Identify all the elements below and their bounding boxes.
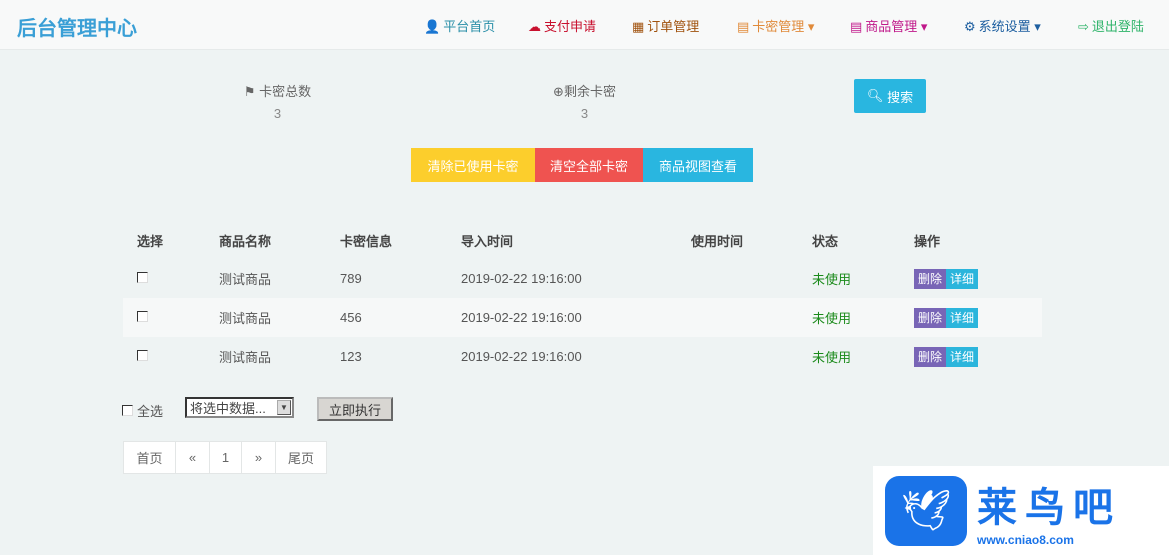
status: 未使用	[812, 337, 914, 376]
calendar-icon: ▦	[632, 19, 645, 34]
nav-home[interactable]: 👤 平台首页	[424, 16, 495, 35]
select-value: 将选中数据...	[190, 401, 266, 416]
caret-down-icon: ▾	[1030, 19, 1041, 34]
nav-label: 平台首页	[443, 19, 496, 34]
clear-used-button[interactable]: 清除已使用卡密	[411, 148, 535, 182]
flag-icon: ⚑	[243, 84, 256, 99]
nav-logout[interactable]: ⇨ 退出登陆	[1078, 16, 1144, 35]
col-header: 使用时间	[691, 234, 744, 249]
col-header: 卡密信息	[340, 234, 393, 249]
detail-button[interactable]: 详细	[946, 308, 979, 328]
watermark-url: www.cniao8.com	[977, 532, 1074, 547]
watermark-text: 莱鸟吧	[977, 483, 1121, 531]
col-header: 商品名称	[219, 234, 272, 249]
stat-value: 3	[273, 106, 282, 121]
bulk-action-select[interactable]: 将选中数据... ▼	[185, 397, 294, 418]
detail-button[interactable]: 详细	[946, 269, 979, 289]
stat-label: 剩余卡密	[563, 84, 616, 99]
nav-label: 订单管理	[647, 19, 700, 34]
product-name: 测试商品	[219, 259, 340, 298]
nav-settings[interactable]: ⚙ 系统设置 ▾	[964, 16, 1041, 35]
brand-title: 后台管理中心	[17, 18, 137, 40]
gear-icon: ⚙	[964, 19, 976, 34]
col-header: 状态	[812, 234, 839, 249]
table-row: 测试商品 123 2019-02-22 19:16:00 未使用 删除 详细	[123, 337, 1042, 376]
nav-orders[interactable]: ▦ 订单管理	[632, 16, 699, 35]
cards-table: 选择 商品名称 卡密信息 导入时间 使用时间 状态 操作 测试商品 789 20…	[123, 222, 1042, 376]
table-row: 测试商品 789 2019-02-22 19:16:00 未使用 删除 详细	[123, 259, 1042, 298]
col-header: 操作	[914, 234, 941, 249]
execute-button[interactable]: 立即执行	[317, 397, 393, 421]
select-all-checkbox[interactable]	[122, 405, 133, 416]
product-name: 测试商品	[219, 298, 340, 337]
clear-all-button[interactable]: 清空全部卡密	[535, 148, 643, 182]
nav-cards[interactable]: ▤ 卡密管理 ▾	[737, 16, 814, 35]
delete-button[interactable]: 删除	[914, 308, 947, 328]
select-all-label: 全选	[137, 404, 164, 419]
delete-button[interactable]: 删除	[914, 269, 947, 289]
import-time: 2019-02-22 19:16:00	[461, 337, 691, 376]
list-icon: ▤	[737, 19, 750, 34]
import-time: 2019-02-22 19:16:00	[461, 298, 691, 337]
table-row: 测试商品 456 2019-02-22 19:16:00 未使用 删除 详细	[123, 298, 1042, 337]
status: 未使用	[812, 259, 914, 298]
row-checkbox[interactable]	[137, 350, 148, 361]
bird-icon: 🕊︎	[885, 475, 967, 546]
card-info: 456	[340, 298, 461, 337]
button-label: 搜索	[887, 89, 914, 105]
nav-products[interactable]: ▤ 商品管理 ▾	[850, 16, 927, 35]
detail-button[interactable]: 详细	[946, 347, 979, 367]
cloud-icon: ☁	[528, 19, 541, 34]
stat-remaining: ⊕剩余卡密 3	[537, 81, 632, 121]
search-button[interactable]: 🔍︎ 搜索	[854, 79, 926, 113]
nav-label: 支付申请	[544, 19, 597, 34]
stat-total: ⚑ 卡密总数 3	[230, 81, 325, 121]
product-name: 测试商品	[219, 337, 340, 376]
col-header: 选择	[137, 234, 164, 249]
chevron-down-icon: ▼	[277, 400, 291, 415]
select-all[interactable]: 全选	[122, 401, 163, 420]
list-icon: ▤	[850, 19, 863, 34]
nav-label: 退出登陆	[1091, 19, 1144, 34]
status: 未使用	[812, 298, 914, 337]
sign-out-icon: ⇨	[1078, 19, 1089, 34]
plus-circle-icon: ⊕	[553, 84, 564, 99]
row-checkbox[interactable]	[137, 311, 148, 322]
col-header: 导入时间	[461, 234, 514, 249]
top-navbar: 后台管理中心 👤 平台首页 ☁ 支付申请 ▦ 订单管理 ▤ 卡密管理 ▾ ▤ 商品管理 ▾…	[0, 0, 1169, 50]
page-first[interactable]: 首页	[123, 441, 176, 474]
card-info: 789	[340, 259, 461, 298]
search-icon: 🔍︎	[866, 88, 884, 103]
use-time	[691, 259, 812, 298]
nav-label: 卡密管理	[752, 19, 805, 34]
use-time	[691, 298, 812, 337]
nav-label: 商品管理	[865, 19, 918, 34]
stat-label: 卡密总数	[259, 84, 312, 99]
import-time: 2019-02-22 19:16:00	[461, 259, 691, 298]
watermark-logo: 🕊︎ 莱鸟吧 www.cniao8.com	[873, 466, 1169, 555]
user-icon: 👤	[424, 19, 441, 34]
page-prev[interactable]: «	[175, 441, 210, 474]
card-info: 123	[340, 337, 461, 376]
nav-label: 系统设置	[978, 19, 1031, 34]
delete-button[interactable]: 删除	[914, 347, 947, 367]
product-view-button[interactable]: 商品视图查看	[643, 148, 753, 182]
page-1[interactable]: 1	[209, 441, 242, 474]
row-checkbox[interactable]	[137, 272, 148, 283]
use-time	[691, 337, 812, 376]
caret-down-icon: ▾	[917, 19, 928, 34]
page-last[interactable]: 尾页	[275, 441, 327, 474]
caret-down-icon: ▾	[804, 19, 815, 34]
page-next[interactable]: »	[241, 441, 276, 474]
stat-value: 3	[580, 106, 589, 121]
nav-payment[interactable]: ☁ 支付申请	[528, 16, 596, 35]
